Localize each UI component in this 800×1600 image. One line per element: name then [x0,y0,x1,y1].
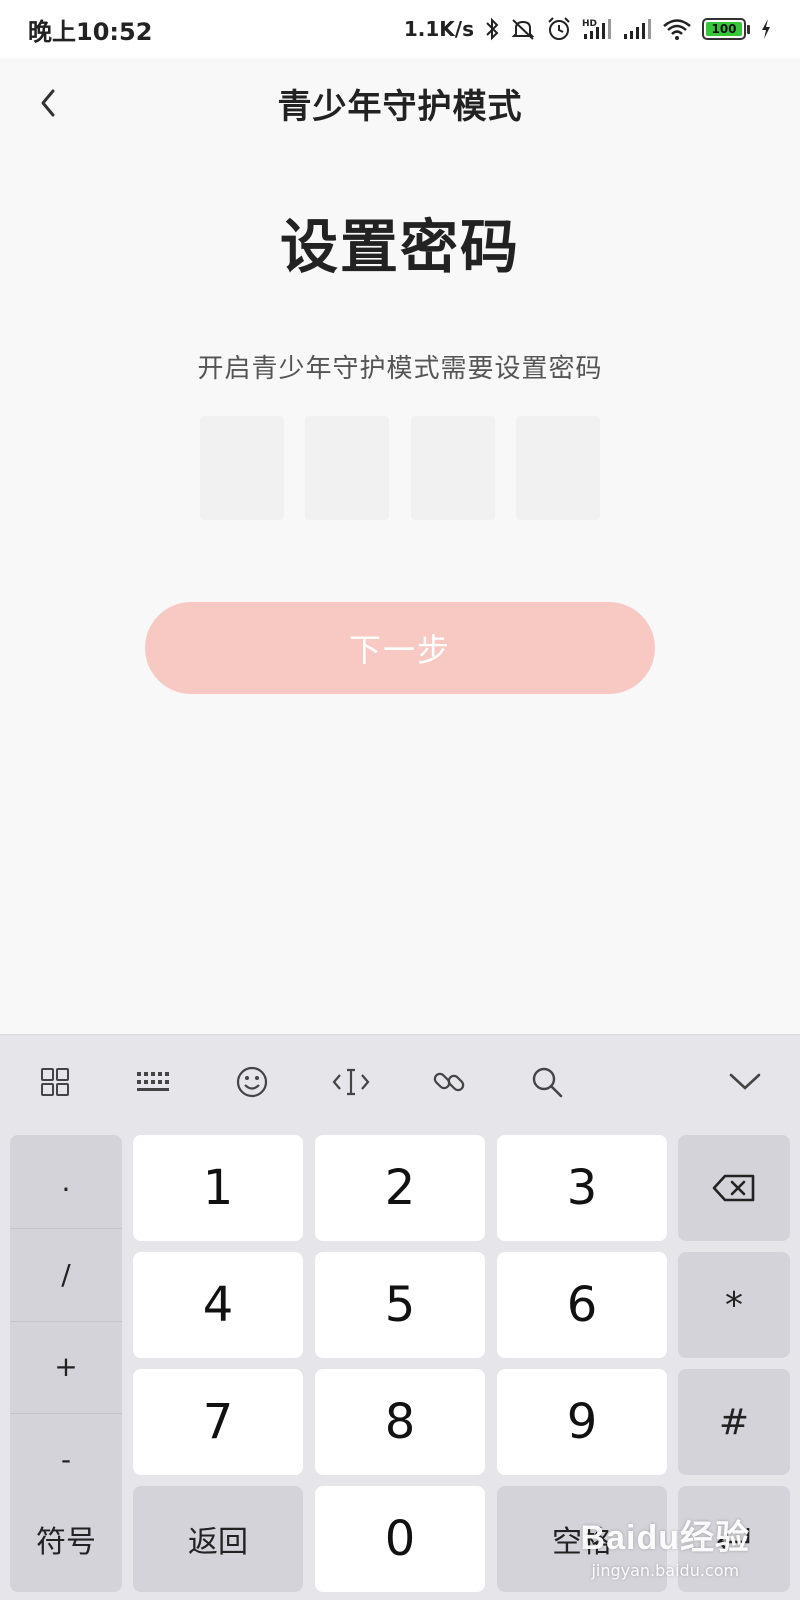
pin-input[interactable] [200,416,600,524]
key-1[interactable]: 1 [133,1135,303,1241]
charging-icon [762,19,770,39]
key-3[interactable]: 3 [497,1135,667,1241]
key-0[interactable]: 0 [315,1486,485,1592]
pin-digit-3[interactable] [410,416,495,520]
cursor-button[interactable] [326,1057,376,1107]
key-9[interactable]: 9 [497,1369,667,1475]
return-key[interactable]: 返回 [133,1486,303,1592]
network-speed: 1.1K/s [403,17,474,41]
hide-keyboard-button[interactable] [720,1057,770,1107]
symbols-key[interactable]: 符号 [10,1486,122,1592]
alarm-icon [548,17,570,40]
battery-level: 100 [706,22,742,36]
cursor-icon [332,1068,370,1096]
link-icon [433,1072,465,1092]
keyboard-switch-button[interactable] [128,1057,178,1107]
pin-digit-4[interactable] [515,416,600,520]
status-icons: 1.1K/s HD 100 [404,16,772,42]
chevron-left-icon [41,89,55,117]
set-password-title: 设置密码 [279,213,520,281]
key-5[interactable]: 5 [315,1252,485,1358]
signal-icon [624,19,651,39]
status-time: 晚上10:52 [28,17,153,46]
key-hash[interactable]: # [678,1369,790,1475]
key-dot[interactable]: . [10,1140,122,1222]
page-title: 青少年守护模式 [277,86,523,127]
chevron-down-icon [729,1073,761,1090]
key-asterisk[interactable]: * [678,1252,790,1358]
backspace-key[interactable] [678,1135,790,1241]
key-7[interactable]: 7 [133,1369,303,1475]
back-button[interactable] [18,74,76,132]
key-2[interactable]: 2 [315,1135,485,1241]
search-button[interactable] [522,1057,572,1107]
mute-icon [511,19,535,40]
backspace-icon [712,1174,755,1202]
pin-digit-1[interactable] [200,416,284,520]
grid-button[interactable] [30,1057,80,1107]
key-plus[interactable]: + [10,1325,122,1407]
wifi-icon [663,19,691,40]
key-4[interactable]: 4 [133,1252,303,1358]
status-bar: 晚上10:52 1.1K/s HD 100 [0,0,800,58]
grid-icon [41,1068,69,1096]
symbol-column: . / + - [10,1135,122,1507]
hd-signal-icon: HD [582,19,611,39]
next-button[interactable]: 下一步 [145,602,655,694]
battery-icon: 100 [702,18,750,40]
key-6[interactable]: 6 [497,1252,667,1358]
emoji-button[interactable] [227,1057,277,1107]
keyboard-toolbar [0,1035,800,1127]
numeric-keyboard: . / + - 1 2 3 4 5 6 7 8 9 * # 符号 返回 0 空格… [0,1034,800,1600]
svg-text:HD: HD [582,19,597,29]
key-slash[interactable]: / [10,1233,122,1315]
set-password-subtitle: 开启青少年守护模式需要设置密码 [197,354,603,384]
baidu-watermark: Baidu经验 jingyan.baidu.com [580,1519,750,1580]
app-header: 青少年守护模式 [0,58,800,148]
pin-digit-2[interactable] [305,416,390,520]
search-icon [532,1067,563,1098]
emoji-icon [236,1066,268,1098]
bluetooth-icon [486,17,499,41]
link-button[interactable] [424,1057,474,1107]
key-8[interactable]: 8 [315,1369,485,1475]
keyboard-icon [137,1072,169,1091]
